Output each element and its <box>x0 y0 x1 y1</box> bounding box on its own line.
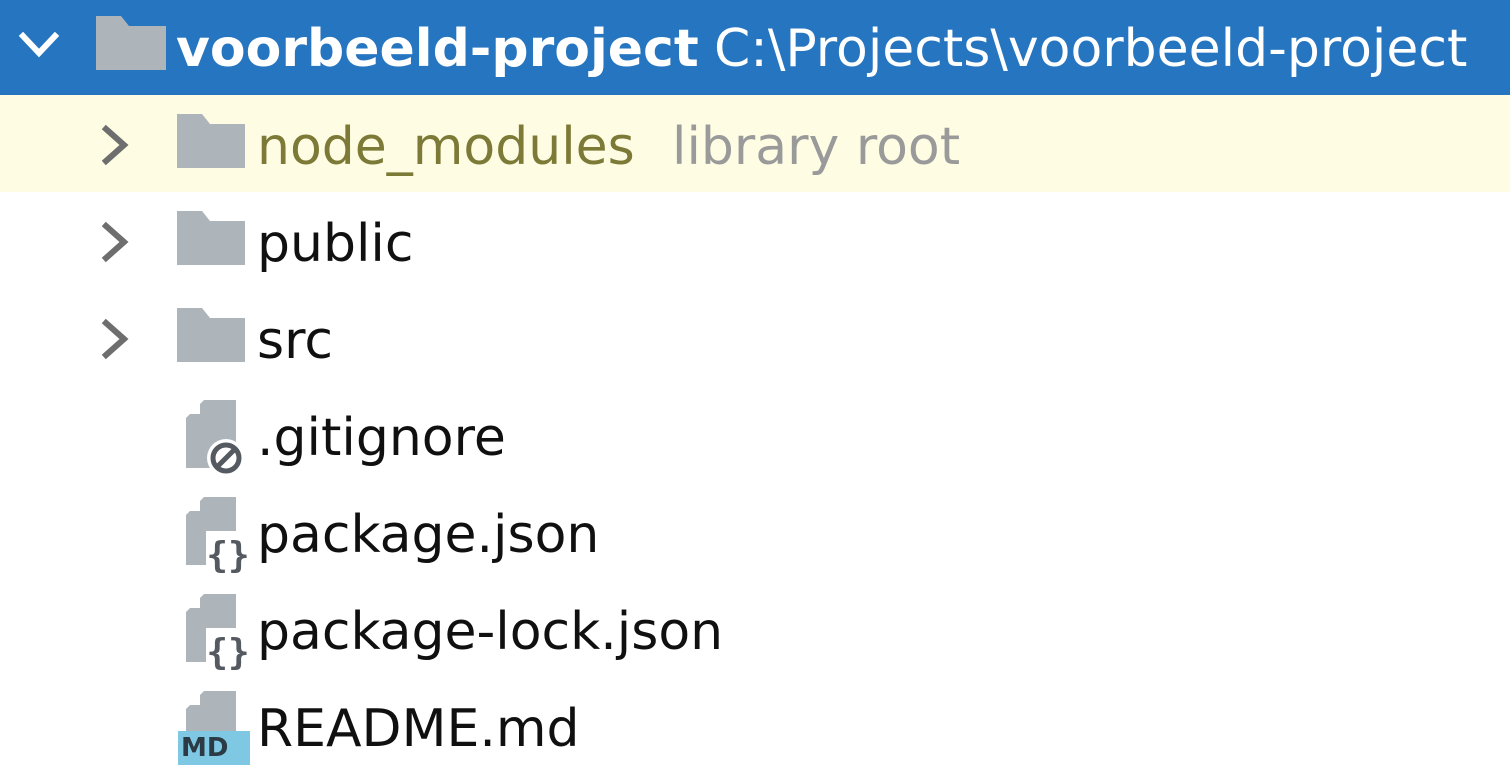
chevron-right-icon[interactable] <box>101 124 129 166</box>
project-path: C:\Projects\voorbeeld-project <box>714 19 1468 79</box>
tree-item-label: README.md <box>257 699 580 759</box>
folder-icon <box>177 114 245 168</box>
tree-item-label: .gitignore <box>257 408 506 468</box>
gitignore-file-icon <box>186 400 250 478</box>
chevron-right-icon[interactable] <box>101 318 129 360</box>
tree-row-node-modules[interactable]: node_modules library root <box>0 95 1510 192</box>
chevron-down-icon[interactable] <box>18 31 60 59</box>
folder-icon <box>96 16 166 70</box>
tree-row-readme[interactable]: MD README.md <box>0 677 1510 783</box>
json-file-icon: {} <box>186 497 250 576</box>
svg-text:{}: {} <box>206 535 249 576</box>
json-file-icon: {} <box>186 594 250 673</box>
tree-row-project-root[interactable]: voorbeeld-project C:\Projects\voorbeeld-… <box>0 0 1510 95</box>
tree-item-label: node_modules <box>257 117 635 177</box>
markdown-badge: MD <box>181 733 229 763</box>
tree-item-label: package.json <box>257 505 600 565</box>
folder-icon <box>177 211 245 265</box>
folder-icon <box>177 308 245 362</box>
tree-item-label: package-lock.json <box>257 602 724 662</box>
project-tree: voorbeeld-project C:\Projects\voorbeeld-… <box>0 0 1510 783</box>
library-root-hint: library root <box>672 117 961 177</box>
tree-row-package-json[interactable]: {} package.json <box>0 483 1510 580</box>
tree-item-label: public <box>257 214 414 274</box>
svg-text:{}: {} <box>206 632 249 673</box>
tree-row-public[interactable]: public <box>0 192 1510 289</box>
chevron-right-icon[interactable] <box>101 221 129 263</box>
tree-row-package-lock-json[interactable]: {} package-lock.json <box>0 580 1510 677</box>
tree-row-gitignore[interactable]: .gitignore <box>0 386 1510 483</box>
tree-item-label: src <box>257 311 333 371</box>
tree-row-src[interactable]: src <box>0 289 1510 386</box>
project-name: voorbeeld-project <box>176 19 699 79</box>
